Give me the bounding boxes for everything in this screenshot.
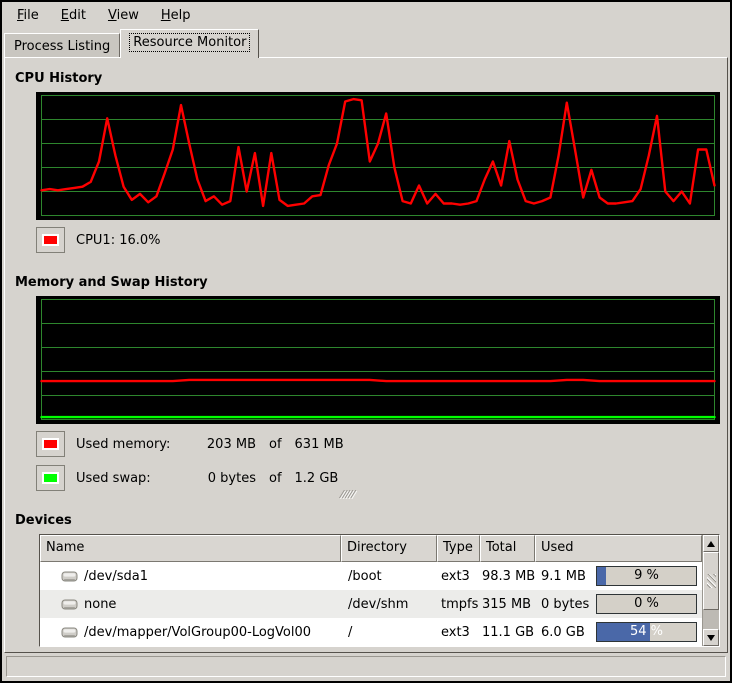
menu-edit[interactable]: Edit	[50, 4, 97, 27]
swap-color-swatch-button[interactable]	[36, 465, 65, 491]
swap-of-text: of	[269, 471, 282, 486]
column-header-used[interactable]: Used	[535, 535, 702, 562]
device-used-value: 9.1 MB	[541, 569, 586, 584]
device-name-cell: none	[40, 590, 341, 618]
devices-title: Devices	[15, 513, 72, 528]
memory-swap-title: Memory and Swap History	[15, 275, 208, 290]
device-total: 11.1 GB	[480, 618, 535, 646]
device-name: /dev/mapper/VolGroup00-LogVol00	[84, 625, 311, 640]
device-directory: /boot	[341, 562, 437, 590]
arrow-up-icon	[707, 541, 715, 547]
device-directory: /	[341, 618, 437, 646]
system-monitor-window: File Edit View Help Process Listing Reso…	[0, 0, 732, 683]
swap-used-value: 0 bytes	[180, 471, 256, 486]
table-row[interactable]: /dev/mapper/VolGroup00-LogVol00 /ext311.1…	[40, 618, 702, 646]
column-header-type[interactable]: Type	[437, 535, 480, 562]
device-type: tmpfs	[437, 590, 480, 618]
scrollbar-trough[interactable]	[703, 610, 719, 629]
memory-swap-graph	[36, 296, 720, 424]
devices-table-main: Name Directory Type Total Used /dev/sda1…	[40, 535, 702, 646]
device-used-value: 0 bytes	[541, 597, 589, 612]
tab-bar: Process Listing Resource Monitor	[4, 29, 728, 58]
column-header-directory[interactable]: Directory	[341, 535, 437, 562]
menu-file[interactable]: File	[6, 4, 50, 27]
memory-legend-label: Used memory:	[76, 437, 180, 452]
usage-percent-label: 9 %	[597, 567, 696, 585]
usage-percent-label: 54 %	[597, 623, 696, 641]
usage-progress-bar: 0 %	[596, 594, 697, 614]
device-total: 98.3 MB	[480, 562, 535, 590]
device-used-cell: 9.1 MB 9 %	[535, 562, 702, 590]
cpu-color-swatch-button[interactable]	[36, 227, 65, 253]
swap-total-value: 1.2 GB	[295, 471, 339, 486]
cpu-history-title: CPU History	[15, 71, 102, 86]
scrollbar-grip-icon	[707, 574, 716, 588]
memory-legend: Used memory: 203 MB of 631 MB	[36, 431, 344, 457]
table-row[interactable]: none/dev/shmtmpfs315 MB 0 bytes 0 %	[40, 590, 702, 618]
device-type: ext3	[437, 562, 480, 590]
memory-color-swatch	[42, 438, 59, 450]
device-used-cell: 6.0 GB 54 %	[535, 618, 702, 646]
tab-label: Process Listing	[14, 39, 110, 54]
memory-of-text: of	[269, 437, 282, 452]
device-name: none	[84, 597, 116, 612]
swap-legend-label: Used swap:	[76, 471, 180, 486]
scroll-down-button[interactable]	[703, 629, 719, 646]
memory-total-value: 631 MB	[295, 437, 344, 452]
devices-table-header: Name Directory Type Total Used	[40, 535, 702, 562]
column-header-name[interactable]: Name	[40, 535, 341, 562]
cpu-legend: CPU1: 16.0%	[36, 227, 161, 253]
device-directory: /dev/shm	[341, 590, 437, 618]
used-memory-line	[42, 380, 715, 381]
swap-legend: Used swap: 0 bytes of 1.2 GB	[36, 465, 338, 491]
cpu-color-swatch	[42, 234, 59, 246]
resource-monitor-page: CPU History CPU1: 16.0% Memory and Swap …	[4, 57, 728, 653]
device-used-value: 6.0 GB	[541, 625, 585, 640]
pane-resize-grip[interactable]: ⁄⁄⁄⁄⁄	[341, 488, 355, 501]
device-name-cell: /dev/sda1	[40, 562, 341, 590]
menu-help[interactable]: Help	[150, 4, 202, 27]
menu-view[interactable]: View	[97, 4, 150, 27]
memory-color-swatch-button[interactable]	[36, 431, 65, 457]
table-row[interactable]: /dev/sda1/bootext398.3 MB 9.1 MB 9 %	[40, 562, 702, 590]
cpu-history-graph	[36, 92, 720, 220]
usage-progress-bar: 54 %	[596, 622, 697, 642]
status-bar	[6, 656, 726, 677]
swap-color-swatch	[42, 472, 59, 484]
cpu-legend-label: CPU1: 16.0%	[76, 233, 161, 248]
memory-used-value: 203 MB	[180, 437, 256, 452]
tab-process-listing[interactable]: Process Listing	[4, 33, 120, 58]
device-name: /dev/sda1	[84, 569, 148, 584]
device-total: 315 MB	[480, 590, 535, 618]
usage-percent-label: 0 %	[597, 595, 696, 613]
disk-drive-icon	[61, 625, 78, 640]
disk-drive-icon	[61, 569, 78, 584]
tab-resource-monitor[interactable]: Resource Monitor	[120, 29, 259, 58]
device-name-cell: /dev/mapper/VolGroup00-LogVol00	[40, 618, 341, 646]
device-used-cell: 0 bytes 0 %	[535, 590, 702, 618]
device-type: ext3	[437, 618, 480, 646]
devices-table-body: /dev/sda1/bootext398.3 MB 9.1 MB 9 % none/d…	[40, 562, 702, 646]
devices-table: Name Directory Type Total Used /dev/sda1…	[39, 534, 720, 647]
scroll-up-button[interactable]	[703, 535, 719, 552]
usage-progress-bar: 9 %	[596, 566, 697, 586]
scrollbar-thumb[interactable]	[703, 552, 719, 610]
disk-drive-icon	[61, 597, 78, 612]
tab-label: Resource Monitor	[130, 34, 249, 51]
arrow-down-icon	[707, 635, 715, 641]
column-header-total[interactable]: Total	[480, 535, 535, 562]
menu-bar: File Edit View Help	[2, 2, 730, 29]
devices-scrollbar[interactable]	[702, 535, 719, 646]
